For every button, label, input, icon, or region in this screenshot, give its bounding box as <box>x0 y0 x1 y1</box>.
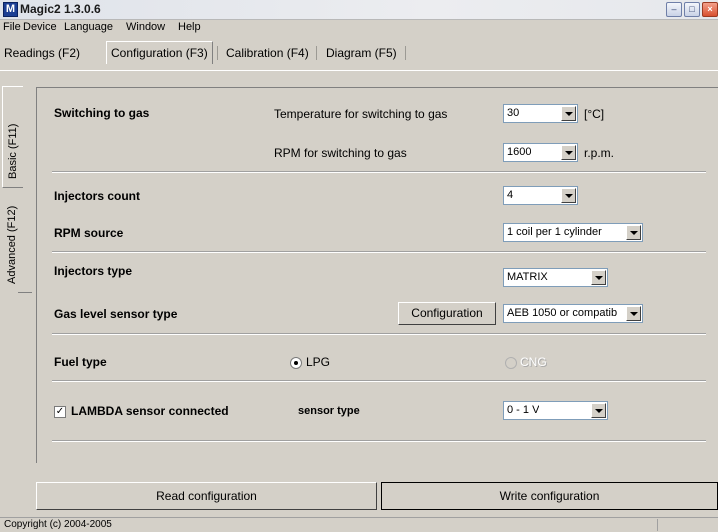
maximize-button[interactable]: □ <box>684 2 700 17</box>
switching-title: Switching to gas <box>54 106 150 120</box>
side-tab-advanced[interactable]: Advanced (F12) <box>2 200 22 290</box>
window-title: Magic2 1.3.0.6 <box>20 2 101 16</box>
rpm-source-value: 1 coil per 1 cylinder <box>507 226 602 238</box>
tab-separator <box>316 46 317 60</box>
lambda-checkbox[interactable]: ✓ <box>54 406 66 418</box>
chevron-down-icon[interactable] <box>626 306 641 321</box>
chevron-down-icon[interactable] <box>626 225 641 240</box>
injectors-count-select[interactable]: 4 <box>503 186 578 205</box>
rpm-source-select[interactable]: 1 coil per 1 cylinder <box>503 223 643 242</box>
tab-calibration[interactable]: Calibration (F4) <box>222 44 313 62</box>
injectors-type-label: Injectors type <box>54 264 133 278</box>
sensor-type-label: sensor type <box>298 405 360 417</box>
fuel-lpg-radio[interactable] <box>290 357 302 369</box>
injectors-count-label: Injectors count <box>54 189 141 203</box>
chevron-down-icon[interactable] <box>561 106 576 121</box>
menu-window[interactable]: Window <box>126 21 165 33</box>
chevron-down-icon[interactable] <box>591 270 606 285</box>
minimize-button[interactable]: – <box>666 2 682 17</box>
chevron-down-icon[interactable] <box>561 188 576 203</box>
injectors-type-select[interactable]: MATRIX <box>503 268 608 287</box>
injectors-count-value: 4 <box>507 189 514 201</box>
rpm-switch-label: RPM for switching to gas <box>274 146 407 160</box>
section-divider <box>52 380 706 382</box>
chevron-down-icon[interactable] <box>591 403 606 418</box>
side-tab-basic[interactable]: Basic (F11) <box>2 86 23 188</box>
temperature-label: Temperature for switching to gas <box>274 107 448 121</box>
tab-readings[interactable]: Readings (F2) <box>0 44 84 62</box>
gas-level-value: AEB 1050 or compatib <box>507 307 618 319</box>
rpm-switch-value: 1600 <box>507 146 532 158</box>
menu-language[interactable]: Language <box>64 21 113 33</box>
app-icon: M <box>3 2 18 17</box>
tab-separator <box>405 46 406 60</box>
section-divider <box>52 440 706 442</box>
menu-help[interactable]: Help <box>178 21 201 33</box>
rpm-switch-unit: r.p.m. <box>584 146 615 160</box>
rpm-source-label: RPM source <box>54 226 124 240</box>
tab-diagram[interactable]: Diagram (F5) <box>322 44 401 62</box>
chevron-down-icon[interactable] <box>561 145 576 160</box>
temperature-unit: [°C] <box>584 107 605 121</box>
read-configuration-button[interactable]: Read configuration <box>36 482 377 510</box>
sensor-type-value: 0 - 1 V <box>507 404 540 416</box>
injectors-type-value: MATRIX <box>507 271 548 283</box>
main-tabs: Readings (F2) Configuration (F3) Calibra… <box>0 36 718 72</box>
fuel-cng-radio[interactable] <box>505 357 517 369</box>
menu-device[interactable]: Device <box>23 21 57 33</box>
lambda-label[interactable]: LAMBDA sensor connected <box>71 404 229 418</box>
menu-bar: File Device Language Window Help <box>0 20 718 35</box>
section-divider <box>52 333 706 335</box>
gas-level-configuration-button[interactable]: Configuration <box>398 302 496 325</box>
section-divider <box>52 171 706 173</box>
tab-configuration[interactable]: Configuration (F3) <box>106 41 213 64</box>
sensor-type-select[interactable]: 0 - 1 V <box>503 401 608 420</box>
status-text: Copyright (c) 2004-2005 <box>4 519 112 530</box>
section-divider <box>52 251 706 253</box>
side-tab-advanced-label: Advanced (F12) <box>6 205 18 284</box>
gas-level-select[interactable]: AEB 1050 or compatib <box>503 304 643 323</box>
status-segment <box>657 519 718 531</box>
fuel-cng-label[interactable]: CNG <box>520 355 547 369</box>
window-controls: – □ × <box>666 2 718 17</box>
temperature-select[interactable]: 30 <box>503 104 578 123</box>
title-bar: M Magic2 1.3.0.6 – □ × <box>0 0 718 20</box>
tab-separator <box>217 46 218 60</box>
write-configuration-button[interactable]: Write configuration <box>381 482 718 510</box>
tab-baseline <box>0 70 718 71</box>
gas-level-label: Gas level sensor type <box>54 307 178 321</box>
status-bar: Copyright (c) 2004-2005 <box>0 517 718 532</box>
temperature-value: 30 <box>507 107 520 119</box>
close-button[interactable]: × <box>702 2 718 17</box>
side-tab-divider <box>18 292 32 293</box>
fuel-lpg-label[interactable]: LPG <box>306 355 330 369</box>
side-tab-basic-label: Basic (F11) <box>7 123 19 179</box>
fuel-type-label: Fuel type <box>54 355 107 369</box>
rpm-switch-select[interactable]: 1600 <box>503 143 578 162</box>
menu-file[interactable]: File <box>3 21 21 33</box>
